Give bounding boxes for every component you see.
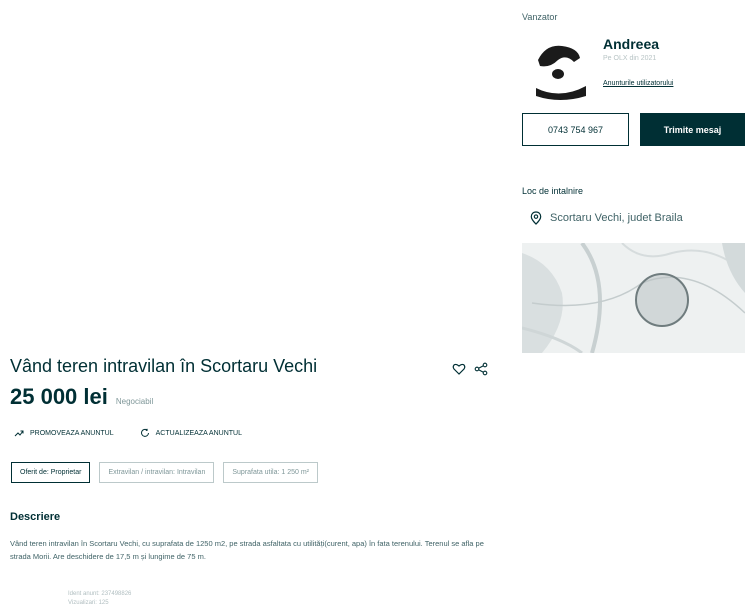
- tag-surface: Suprafata utila: 1 250 m²: [223, 462, 319, 483]
- tag-land-type: Extravilan / intravilan: Intravilan: [99, 462, 215, 483]
- negotiable-label: Negociabil: [115, 397, 154, 406]
- seller-ads-link[interactable]: Anunturile utilizatorului: [603, 80, 673, 87]
- seller-name[interactable]: Andreea: [603, 36, 659, 52]
- listing-title: Vând teren intravilan în Scortaru Vechi: [10, 356, 318, 376]
- seller-heading: Vanzator: [522, 12, 558, 22]
- description-heading: Descriere: [10, 511, 61, 523]
- meeting-place-heading: Loc de intalnire: [522, 186, 584, 196]
- location-pin-icon: [530, 211, 542, 225]
- refresh-ad-link[interactable]: ACTUALIZEAZA ANUNTUL: [140, 428, 242, 438]
- share-icon[interactable]: [474, 362, 488, 376]
- listing-meta: Ident anunt: 237498826 Vizualizari: 125: [68, 590, 131, 608]
- description-text: Vând teren intravilan în Scortaru Vechi,…: [10, 539, 484, 561]
- listing-price: 25 000 lei: [10, 384, 108, 409]
- listing-tags: Oferit de: Proprietar Extravilan / intra…: [11, 462, 319, 483]
- promo-actions: PROMOVEAZA ANUNTUL ACTUALIZEAZA ANUNTUL: [14, 428, 242, 438]
- show-phone-button[interactable]: 0743 754 967: [522, 113, 629, 146]
- heart-icon[interactable]: [452, 362, 466, 376]
- seller-avatar[interactable]: [532, 38, 590, 102]
- view-count: Vizualizari: 125: [68, 600, 109, 606]
- location-map[interactable]: [522, 243, 745, 353]
- seller-member-since: Pe OLX din 2021: [603, 55, 657, 62]
- meeting-location-text: Scortaru Vechi, judet Braila: [550, 212, 683, 224]
- promote-ad-label: PROMOVEAZA ANUNTUL: [30, 429, 114, 437]
- ad-id: Ident anunt: 237498826: [68, 591, 132, 597]
- promote-ad-link[interactable]: PROMOVEAZA ANUNTUL: [14, 428, 114, 438]
- price-row: 25 000 lei Negociabil: [10, 384, 153, 410]
- meeting-location: Scortaru Vechi, judet Braila: [530, 211, 683, 225]
- trend-up-icon: [14, 430, 24, 437]
- tag-offered-by: Oferit de: Proprietar: [11, 462, 91, 483]
- refresh-icon: [140, 428, 149, 437]
- send-message-button[interactable]: Trimite mesaj: [640, 113, 745, 146]
- refresh-ad-label: ACTUALIZEAZA ANUNTUL: [155, 429, 242, 437]
